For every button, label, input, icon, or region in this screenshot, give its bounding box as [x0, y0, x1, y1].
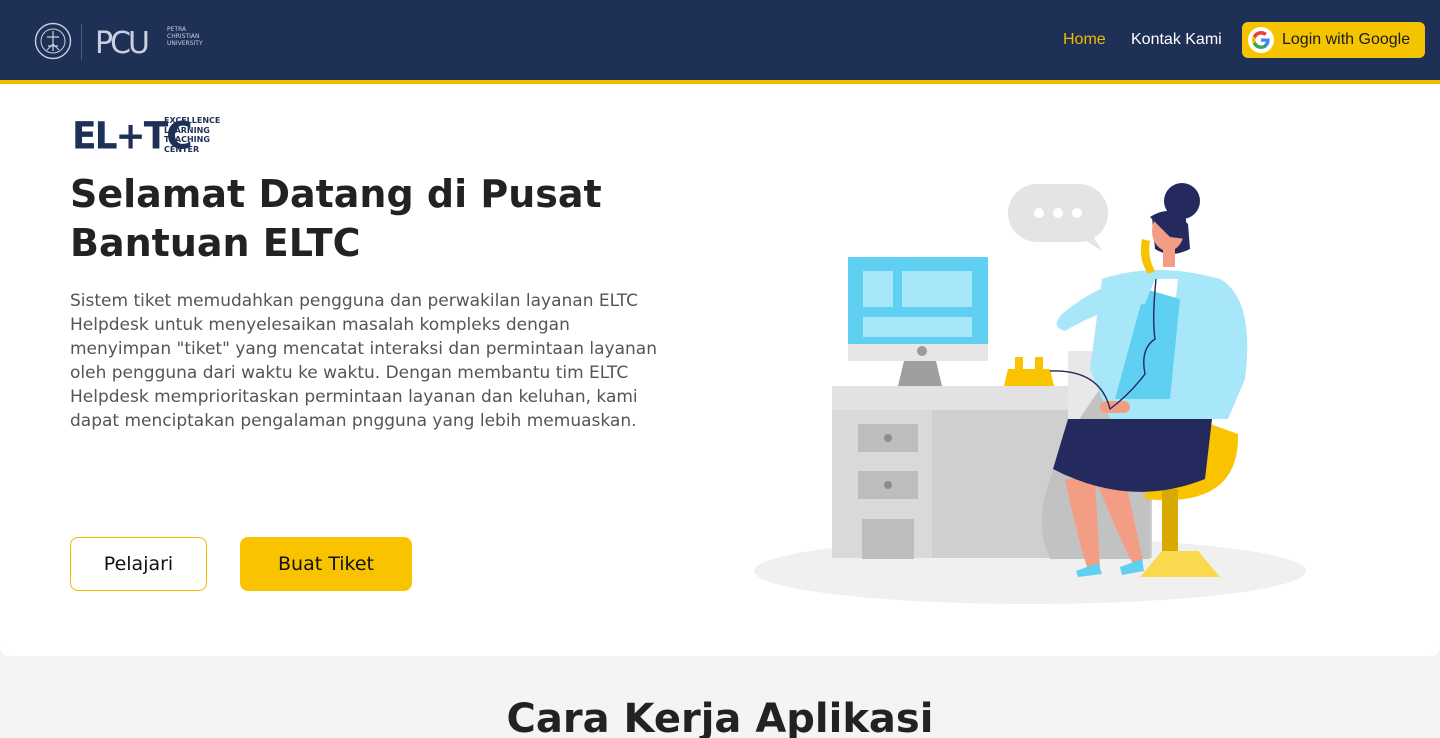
- login-with-google-button[interactable]: Login with Google: [1242, 22, 1425, 58]
- eltc-logo-line: TEACHING: [164, 135, 210, 144]
- hero-description: Sistem tiket memudahkan pengguna dan per…: [70, 291, 657, 431]
- pcu-logo-text: PCU: [95, 26, 148, 60]
- eltc-logo-line: CENTER: [164, 144, 200, 154]
- hero-title: Selamat Datang di Pusat Bantuan ELTC: [70, 172, 602, 265]
- eltc-logo-line: LEARNING: [164, 125, 210, 135]
- how-it-works-title: Cara Kerja Aplikasi: [506, 696, 934, 738]
- speech-bubble-icon: [1008, 184, 1108, 251]
- eltc-logo-subtext: EXCELLENCE LEARNING TEACHING CENTER: [164, 116, 220, 154]
- pcu-logo-subtext-1: PETRA: [167, 26, 187, 33]
- eltc-logo: EL+TC EXCELLENCE LEARNING TEACHING CENTE…: [72, 115, 222, 158]
- nav-home-link[interactable]: Home: [1063, 30, 1106, 50]
- pcu-logo-subtext-3: UNIVERSITY: [167, 40, 203, 47]
- university-seal-icon[interactable]: [34, 22, 72, 60]
- create-ticket-button[interactable]: Buat Tiket: [240, 537, 412, 591]
- learn-button[interactable]: Pelajari: [70, 537, 207, 591]
- top-navbar: PCU PETRA CHRISTIAN UNIVERSITY Home Kont…: [0, 0, 1440, 84]
- pcu-logo[interactable]: PCU PETRA CHRISTIAN UNIVERSITY: [95, 24, 215, 60]
- hero-section: EL+TC EXCELLENCE LEARNING TEACHING CENTE…: [0, 84, 1440, 656]
- pcu-logo-subtext-2: CHRISTIAN: [167, 33, 199, 40]
- login-button-label: Login with Google: [1282, 31, 1411, 48]
- nav-contact-link[interactable]: Kontak Kami: [1131, 30, 1222, 50]
- logo-divider: [81, 24, 82, 60]
- helpdesk-agent-illustration: [754, 183, 1306, 604]
- google-icon: [1248, 27, 1274, 53]
- eltc-logo-line: EXCELLENCE: [164, 116, 221, 125]
